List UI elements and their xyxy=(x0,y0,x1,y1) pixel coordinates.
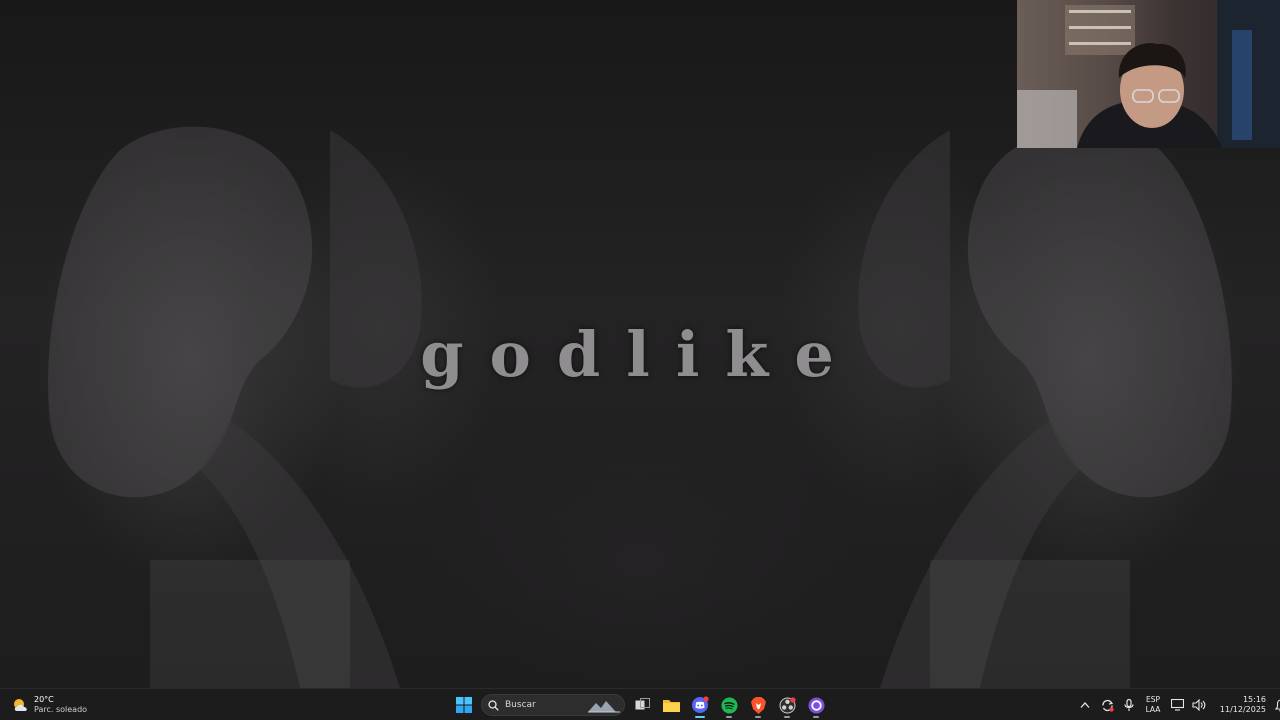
show-hidden-icons-button[interactable] xyxy=(1074,692,1096,718)
brave-button[interactable] xyxy=(744,692,772,718)
search-highlight-icon xyxy=(588,701,620,713)
sync-tray-button[interactable] xyxy=(1096,692,1118,718)
clock-time: 15:16 xyxy=(1242,695,1266,704)
search-placeholder: Buscar xyxy=(505,700,536,710)
volume-icon xyxy=(1192,699,1206,711)
windows-logo-icon xyxy=(456,697,472,713)
weather-condition: Parc. soleado xyxy=(34,705,88,714)
task-view-button[interactable] xyxy=(628,692,656,718)
active-indicator xyxy=(784,716,790,718)
weather-widget[interactable]: 20°C Parc. soleado xyxy=(12,693,87,717)
active-indicator xyxy=(755,716,761,718)
notifications-button[interactable] xyxy=(1270,692,1280,718)
obs-button[interactable] xyxy=(773,692,801,718)
microphone-icon xyxy=(1124,698,1134,711)
search-input[interactable]: Buscar xyxy=(481,694,625,716)
clock[interactable]: 15:16 11/12/2025 xyxy=(1214,695,1266,715)
webcam-overlay xyxy=(1017,0,1280,148)
system-tray: ESP LAA 15:16 11/12/2025 xyxy=(1074,692,1280,718)
discord-icon xyxy=(692,696,709,713)
active-indicator xyxy=(695,716,705,718)
task-view-icon xyxy=(635,698,650,710)
weather-temperature: 20°C xyxy=(34,695,54,704)
spotify-icon xyxy=(721,697,737,713)
obs-icon xyxy=(779,696,796,713)
network-icon xyxy=(1170,699,1184,711)
file-explorer-button[interactable] xyxy=(657,692,685,718)
webcam-person-icon xyxy=(1017,0,1280,148)
taskbar-center: Buscar xyxy=(450,692,831,718)
chevron-up-icon xyxy=(1080,702,1090,708)
purple-circle-icon xyxy=(808,697,824,713)
network-tray-button[interactable] xyxy=(1166,692,1188,718)
brave-lion-icon xyxy=(750,696,766,714)
discord-button[interactable] xyxy=(686,692,714,718)
notification-bell-icon xyxy=(1275,699,1280,711)
partly-sunny-icon xyxy=(14,699,27,711)
microphone-tray-button[interactable] xyxy=(1118,692,1140,718)
taskbar: 20°C Parc. soleado Buscar ESP LAA 15:16 … xyxy=(0,688,1280,720)
wallpaper-title: godlike xyxy=(420,318,860,391)
search-icon xyxy=(488,699,499,711)
active-indicator xyxy=(813,716,819,718)
language-indicator[interactable]: ESP LAA xyxy=(1140,695,1166,715)
volume-tray-button[interactable] xyxy=(1188,692,1210,718)
purple-app-button[interactable] xyxy=(802,692,830,718)
clock-date: 11/12/2025 xyxy=(1219,705,1266,714)
language-code: ESP xyxy=(1145,695,1161,704)
folder-icon xyxy=(662,700,680,712)
sync-icon xyxy=(1101,699,1114,712)
start-button[interactable] xyxy=(450,692,478,718)
spotify-button[interactable] xyxy=(715,692,743,718)
keyboard-layout: LAA xyxy=(1145,705,1161,714)
active-indicator xyxy=(726,716,732,718)
